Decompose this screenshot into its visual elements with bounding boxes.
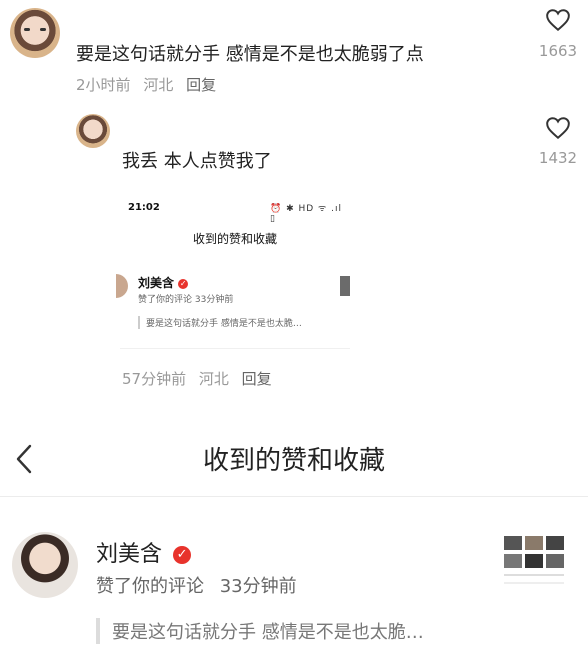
like-count: 1432: [538, 149, 578, 167]
status-icons: ⏰ ✱ HD ᯤ .ıl ▯: [270, 204, 342, 224]
heart-icon[interactable]: [528, 8, 588, 34]
liker-avatar[interactable]: [12, 532, 78, 598]
screenshot-quote: 要是这句话就分手 感情是不是也太脆…: [138, 316, 302, 329]
verified-badge-icon: ✓: [173, 546, 192, 564]
liker-action: 赞了你的评论 33分钟前: [96, 572, 297, 598]
reply-meta: 57分钟前 河北 回复: [122, 368, 272, 389]
screenshot-subtitle: 赞了你的评论 33分钟前: [138, 295, 234, 305]
reply-text: 我丢 本人点赞我了: [122, 151, 272, 172]
liked-content-thumbnail[interactable]: [500, 530, 568, 602]
screenshot-thumbnail: [340, 276, 350, 296]
commenter-avatar[interactable]: [10, 8, 60, 58]
page-title: 收到的赞和收藏: [202, 446, 385, 476]
screenshot-title: 收到的赞和收藏: [192, 232, 277, 246]
comment-text: 要是这句话就分手 感情是不是也太脆弱了点: [76, 44, 424, 65]
liker-name[interactable]: 刘美含 ✓: [96, 536, 192, 568]
screenshot-name-text: 刘美含: [138, 276, 175, 290]
verified-badge-icon: ✓: [178, 278, 189, 289]
reply-time: 57分钟前: [122, 370, 187, 388]
like-count: 1663: [538, 42, 578, 60]
liker-time: 33分钟前: [219, 576, 297, 597]
liker-action-text: 赞了你的评论: [96, 576, 204, 597]
liker-name-text: 刘美含: [96, 542, 163, 567]
status-time: 21:02: [128, 202, 160, 213]
screenshot-avatar: [116, 274, 128, 298]
header-divider: [0, 496, 588, 497]
comment-meta: 2小时前 河北 回复: [76, 74, 216, 95]
screenshot-name: 刘美含 ✓: [138, 274, 189, 291]
reply-avatar[interactable]: [76, 114, 110, 148]
embedded-screenshot[interactable]: 21:02 ⏰ ✱ HD ᯤ .ıl ▯ 收到的赞和收藏 刘美含 ✓ 赞了你的评…: [116, 192, 350, 350]
reply-button[interactable]: 回复: [186, 76, 216, 94]
reply-location: 河北: [198, 370, 229, 388]
heart-icon[interactable]: [528, 116, 588, 142]
reply-button[interactable]: 回复: [242, 370, 272, 388]
comment-time: 2小时前: [76, 76, 131, 94]
screenshot-divider: [120, 348, 350, 349]
comment-location: 河北: [143, 76, 174, 94]
liked-comment-quote[interactable]: 要是这句话就分手 感情是不是也太脆…: [96, 618, 424, 644]
